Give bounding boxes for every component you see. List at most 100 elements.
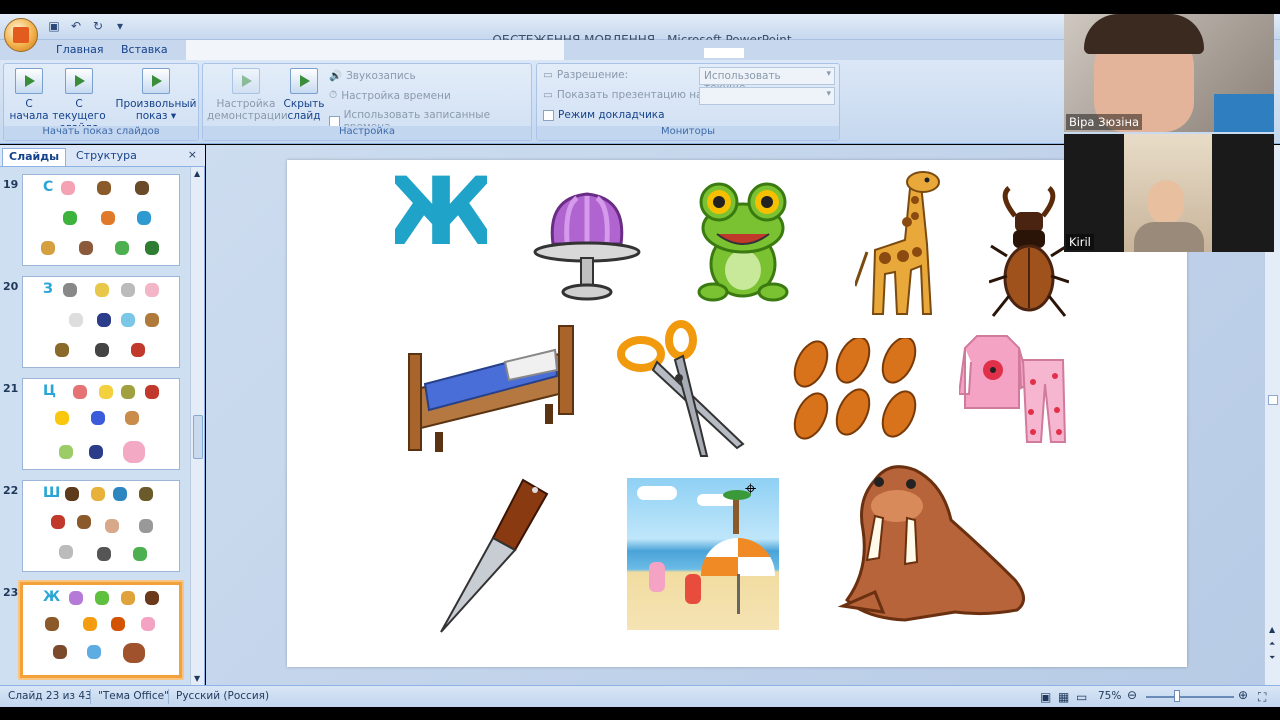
- hat-icon: [65, 487, 79, 501]
- monitor-icon: ▭: [543, 69, 553, 81]
- slideshow-play-icon: [15, 68, 43, 94]
- slide-counter: Слайд 23 из 43: [8, 690, 92, 702]
- slideshow-view-icon[interactable]: ▭: [1076, 690, 1087, 704]
- save-icon[interactable]: ▣: [46, 18, 62, 34]
- pajamas-icon: [959, 335, 1067, 443]
- scroll-down-icon[interactable]: ▼: [194, 674, 200, 683]
- custom-show-button[interactable]: Произвольный показ ▾: [114, 68, 198, 122]
- participant-clothes: [1134, 222, 1204, 252]
- participant-clothes: [1214, 94, 1274, 132]
- bed-icon: [45, 617, 59, 631]
- show-on-label: ▭ Показать презентацию на:: [543, 89, 707, 101]
- slide-thumbnail-19[interactable]: С: [22, 174, 180, 266]
- walrus-icon: [123, 643, 145, 663]
- slide-letter: Ж: [395, 172, 487, 252]
- resolution-label: ▭ Разрешение:: [543, 69, 629, 81]
- hide-slide-button[interactable]: Скрыть слайд: [283, 68, 325, 122]
- participant-name: Віра Зюзіна: [1066, 114, 1143, 130]
- group-label-setup: Настройка: [203, 126, 531, 140]
- from-beginning-button[interactable]: С начала: [8, 68, 50, 122]
- cloud-icon: [637, 486, 677, 500]
- theme-name: "Тема Office": [98, 690, 169, 702]
- normal-view-icon[interactable]: ▣: [1040, 690, 1051, 704]
- custom-show-icon: [142, 68, 170, 94]
- bird-icon: [95, 283, 109, 297]
- jelly-icon: [533, 192, 641, 301]
- group-start-slideshow: С начала С текущего слайда Произвольный …: [3, 63, 199, 141]
- redo-icon[interactable]: ↻: [90, 18, 106, 34]
- next-slide-icon[interactable]: ⏷: [1269, 653, 1275, 663]
- fox-icon: [101, 211, 115, 225]
- video-tile-participant-2[interactable]: Kiril: [1064, 134, 1274, 252]
- boy-icon: [89, 445, 103, 459]
- from-current-slide-button[interactable]: С текущего слайда: [48, 68, 110, 134]
- tab-slides[interactable]: Слайды: [2, 148, 67, 166]
- frog-icon: [95, 591, 109, 605]
- thumb-letter: Ш: [43, 485, 61, 501]
- hare-icon: [121, 283, 135, 297]
- screen-top-bar: [0, 0, 1280, 14]
- checkbox-icon: [543, 109, 554, 121]
- thumb-letter: З: [43, 281, 53, 297]
- slide-sorter-icon[interactable]: ▦: [1058, 690, 1069, 704]
- setup-show-button[interactable]: Настройка демонстрации: [207, 68, 288, 122]
- close-icon[interactable]: ×: [188, 148, 197, 161]
- slide-number: 19: [3, 178, 19, 191]
- language-indicator[interactable]: Русский (Россия): [176, 690, 269, 702]
- resolution-select[interactable]: Использовать текуще...: [699, 67, 835, 94]
- office-button[interactable]: [4, 18, 38, 52]
- coconut-icon: [79, 241, 93, 255]
- pajamas-icon: [141, 617, 155, 631]
- slides-panel-scrollbar[interactable]: ▲ ▼: [190, 167, 204, 685]
- zoom-slider[interactable]: [1146, 696, 1234, 698]
- zoom-level[interactable]: 75%: [1098, 690, 1121, 702]
- quick-access-toolbar: ▣ ↶ ↻ ▾: [46, 18, 128, 34]
- castle-icon: [123, 441, 145, 463]
- participant-name: Kiril: [1066, 234, 1094, 250]
- video-tile-participant-1[interactable]: Віра Зюзіна: [1064, 14, 1274, 132]
- giraffe-icon: [121, 591, 135, 605]
- undo-icon[interactable]: ↶: [68, 18, 84, 34]
- umbrella-icon: [701, 538, 775, 576]
- child-icon: [95, 343, 109, 357]
- zoom-out-icon[interactable]: ⊖: [1127, 688, 1137, 702]
- scroll-thumb[interactable]: [193, 415, 203, 459]
- sun-icon: [55, 411, 69, 425]
- jar-icon: [73, 385, 87, 399]
- zoom-slider-thumb[interactable]: [1174, 690, 1180, 702]
- scroll-up-icon[interactable]: ▲: [194, 169, 200, 178]
- beach-image: [627, 478, 779, 630]
- previous-slide-icon[interactable]: ⏶: [1269, 639, 1275, 649]
- slide-thumbnail-23[interactable]: Ж: [20, 582, 182, 678]
- scissors-icon: [83, 617, 97, 631]
- zoom-in-icon[interactable]: ⊕: [1238, 688, 1248, 702]
- slide-thumbnail-21[interactable]: Ц: [22, 378, 180, 470]
- microphone-icon: 🔊: [329, 70, 343, 82]
- slide-thumbnail-20[interactable]: З: [22, 276, 180, 368]
- tab-insert[interactable]: Вставка: [121, 43, 168, 56]
- cone-icon: [77, 515, 91, 529]
- knife-icon: [53, 645, 67, 659]
- slide-thumbnail-22[interactable]: Ш: [22, 480, 180, 572]
- customize-qat-icon[interactable]: ▾: [112, 18, 128, 34]
- screen-bottom-bar: [0, 707, 1280, 720]
- vase-icon: [121, 313, 135, 327]
- group-label-monitors: Мониторы: [537, 126, 839, 140]
- tabs-blank-area-2: [704, 48, 744, 58]
- figure-icon: [131, 343, 145, 357]
- presenter-view-checkbox[interactable]: Режим докладчика: [543, 109, 665, 121]
- show-on-select[interactable]: [699, 87, 835, 105]
- scroll-up-icon[interactable]: ▲: [1269, 625, 1275, 634]
- child-icon: [649, 562, 665, 592]
- tab-outline[interactable]: Структура: [70, 148, 143, 166]
- tab-home[interactable]: Главная: [56, 43, 104, 56]
- current-slide[interactable]: Ж ⌖: [287, 160, 1187, 667]
- giraffe-icon: [855, 171, 940, 315]
- rehearse-timings-button[interactable]: ⏱ Настройка времени: [329, 89, 451, 102]
- record-narration-button[interactable]: 🔊 Звукозапись: [329, 69, 416, 83]
- fit-to-window-icon[interactable]: ⛶: [1258, 690, 1266, 705]
- group-label-start: Начать показ слайдов: [4, 126, 198, 140]
- slides-panel-tabs: Слайды Структура ×: [0, 145, 205, 167]
- chick-icon: [99, 385, 113, 399]
- scroll-thumb[interactable]: [1268, 395, 1278, 405]
